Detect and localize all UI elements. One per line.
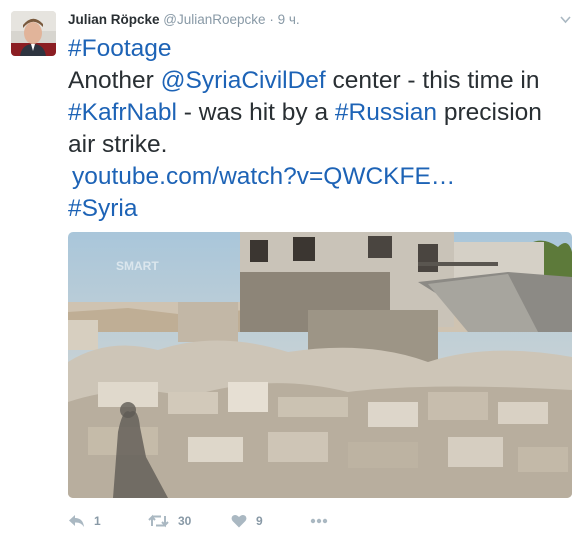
retweet-icon (148, 514, 169, 528)
media-image[interactable]: SMART (68, 232, 572, 498)
like-count: 9 (256, 514, 263, 528)
reply-icon (68, 514, 85, 528)
time-separator: · (269, 12, 274, 27)
heart-icon (231, 514, 247, 528)
media-watermark: SMART (116, 259, 159, 273)
tweet-text: #Footage Another @SyriaCivilDef center -… (68, 33, 573, 225)
retweet-count: 30 (178, 514, 192, 528)
reply-count: 1 (94, 514, 101, 528)
avatar[interactable] (11, 11, 56, 56)
chevron-down-icon[interactable] (560, 12, 571, 24)
mention-syriacivildef[interactable]: @SyriaCivilDef (161, 67, 326, 94)
hashtag-kafrnabl[interactable]: #KafrNabl (68, 99, 177, 126)
youtube-link[interactable]: youtube.com/watch?v=QWCKFE… (68, 161, 455, 193)
retweet-button[interactable]: 30 (148, 510, 191, 532)
tweet-header: Julian Röpcke @JulianRoepcke · 9 ч. (68, 11, 300, 29)
more-dots-icon (310, 518, 328, 524)
tweet-text-part: - was hit by a (176, 99, 335, 126)
hashtag-footage[interactable]: #Footage (68, 35, 172, 62)
author-handle[interactable]: @JulianRoepcke (163, 12, 265, 27)
timestamp[interactable]: 9 ч. (278, 12, 300, 27)
reply-button[interactable]: 1 (68, 510, 101, 532)
author-name[interactable]: Julian Röpcke (68, 12, 160, 27)
like-button[interactable]: 9 (231, 510, 263, 532)
more-button[interactable] (310, 510, 328, 532)
tweet-text-part: Another (68, 67, 161, 94)
hashtag-russian[interactable]: #Russian (335, 99, 437, 126)
hashtag-syria[interactable]: #Syria (68, 195, 137, 222)
tweet-text-part: center - this time in (325, 67, 540, 94)
tweet-actions: 1 30 9 (68, 510, 573, 532)
